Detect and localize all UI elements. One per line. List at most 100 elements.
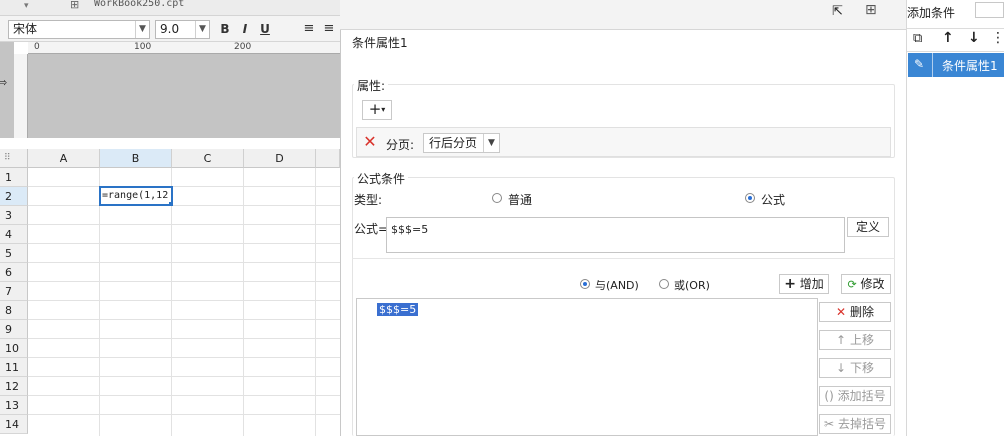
cursor-icon[interactable]: ⇱	[832, 4, 843, 19]
arrow-down-icon[interactable]: ↓	[968, 30, 980, 46]
grid-icon[interactable]: ⊞	[70, 0, 79, 11]
copy-icon[interactable]: ⧉	[913, 31, 922, 46]
condition-icon-bar: ⧉ ↑ ↓ ⋮	[907, 28, 1004, 52]
type-formula-label: 公式	[761, 193, 786, 207]
font-size-value: 9.0	[160, 22, 180, 36]
add-attribute-button[interactable]: +▾	[362, 100, 392, 120]
column-header-e[interactable]	[316, 149, 340, 168]
define-button[interactable]: 定义	[847, 217, 889, 237]
add-bracket-label: 添加括号	[837, 389, 886, 403]
canvas-left-margin	[0, 42, 14, 138]
arrow-up-icon[interactable]: ↑	[942, 30, 954, 46]
cell-b2-value: =range(1,12	[102, 190, 169, 201]
select-all-corner[interactable]: ⠿	[0, 149, 28, 168]
column-header-c[interactable]: C	[172, 149, 244, 168]
formula-value: $$$=5	[391, 223, 429, 236]
underline-button[interactable]: U	[256, 20, 274, 38]
condition-name-input[interactable]	[975, 2, 1004, 18]
grid-line	[28, 357, 340, 358]
grid-line	[28, 186, 340, 187]
more-icon[interactable]: ⋮	[991, 30, 1004, 46]
row-header-7[interactable]: 7	[0, 282, 28, 301]
modify-condition-button[interactable]: ⟳ 修改	[841, 274, 891, 294]
row-header-3[interactable]: 3	[0, 206, 28, 225]
row-header-5[interactable]: 5	[0, 244, 28, 263]
condition-list-item[interactable]: $$$=5	[377, 303, 419, 316]
formula-input[interactable]: $$$=5	[386, 217, 845, 253]
column-header-a[interactable]: A	[28, 149, 100, 168]
layout-icon[interactable]: ⊞	[865, 2, 877, 18]
vertical-ruler	[14, 54, 28, 138]
grid-line	[315, 168, 316, 436]
type-normal-radio[interactable]	[492, 193, 502, 203]
grid-line	[28, 300, 340, 301]
grid-line	[28, 338, 340, 339]
and-label: 与(AND)	[595, 279, 639, 292]
bracket-icon: ()	[824, 389, 834, 403]
workbook-tab[interactable]: WorkBook250.cpt	[94, 0, 184, 16]
move-up-button[interactable]: ↑ 上移	[819, 330, 891, 350]
row-header-14[interactable]: 14	[0, 415, 28, 434]
font-name-select[interactable]: 宋体 ▼	[8, 20, 150, 39]
row-header-8[interactable]: 8	[0, 301, 28, 320]
italic-button[interactable]: I	[236, 20, 254, 38]
row-header-10[interactable]: 10	[0, 339, 28, 358]
row-header-6[interactable]: 6	[0, 263, 28, 282]
delete-icon: ✕	[836, 305, 847, 319]
add-condition-button[interactable]: + 增加	[779, 274, 829, 294]
column-header-b[interactable]: B	[100, 149, 172, 168]
ruler-mark-100: 100	[134, 42, 152, 52]
separator	[932, 53, 933, 77]
modify-condition-label: 修改	[860, 277, 885, 291]
formula-group-label: 公式条件	[354, 170, 409, 187]
row-header-4[interactable]: 4	[0, 225, 28, 244]
grid-line	[171, 168, 172, 436]
tab-dropdown-icon[interactable]: ▾	[24, 1, 29, 11]
page-break-value: 行后分页	[429, 136, 478, 150]
align-left-icon[interactable]: ≡	[300, 20, 318, 38]
font-size-select[interactable]: 9.0 ▼	[155, 20, 210, 39]
condition-list[interactable]: $$$=5	[356, 298, 818, 436]
align-center-icon[interactable]: ≡	[320, 20, 338, 38]
move-down-label: 下移	[849, 361, 874, 375]
app-window: ▾ ⊞ WorkBook250.cpt 宋体 ▼ 9.0 ▼ B I U ≡ ≡…	[0, 0, 1004, 436]
delete-attribute-icon[interactable]: ✕	[361, 133, 379, 151]
row-header-2[interactable]: 2	[0, 187, 28, 206]
fill-handle[interactable]	[169, 202, 171, 204]
remove-bracket-button[interactable]: ✂ 去掉括号	[819, 414, 891, 434]
horizontal-ruler	[28, 42, 340, 54]
grid-line	[28, 205, 340, 206]
row-header-12[interactable]: 12	[0, 377, 28, 396]
row-header-1[interactable]: 1	[0, 168, 28, 187]
selected-cell-b2[interactable]: =range(1,12	[99, 186, 173, 206]
dialog-title: 条件属性1	[352, 36, 408, 50]
grid-line	[28, 262, 340, 263]
or-radio[interactable]	[659, 279, 669, 289]
workbook-tab-label: WorkBook250.cpt	[94, 0, 185, 9]
grid-line	[28, 395, 340, 396]
grid-line	[99, 168, 100, 436]
divider	[352, 258, 895, 259]
and-radio[interactable]	[580, 279, 590, 289]
grid-line	[28, 376, 340, 377]
delete-condition-button[interactable]: ✕ 删除	[819, 302, 891, 322]
grid-line	[28, 281, 340, 282]
type-formula-radio[interactable]	[745, 193, 755, 203]
arrow-down-icon: ↓	[836, 361, 847, 375]
plus-icon: +	[368, 100, 382, 118]
move-up-label: 上移	[849, 333, 874, 347]
condition-item-1[interactable]: ✎ 条件属性1	[908, 53, 1004, 77]
chevron-down-icon: ▼	[483, 134, 499, 152]
page-break-select[interactable]: 行后分页 ▼	[423, 133, 500, 153]
modify-icon: ⟳	[847, 278, 857, 291]
row-header-9[interactable]: 9	[0, 320, 28, 339]
add-bracket-button[interactable]: () 添加括号	[819, 386, 891, 406]
move-down-button[interactable]: ↓ 下移	[819, 358, 891, 378]
grid-line	[243, 168, 244, 436]
bold-button[interactable]: B	[216, 20, 234, 38]
row-header-13[interactable]: 13	[0, 396, 28, 415]
delete-condition-label: 删除	[849, 305, 874, 319]
row-header-11[interactable]: 11	[0, 358, 28, 377]
column-header-d[interactable]: D	[244, 149, 316, 168]
type-label: 类型:	[354, 193, 383, 207]
